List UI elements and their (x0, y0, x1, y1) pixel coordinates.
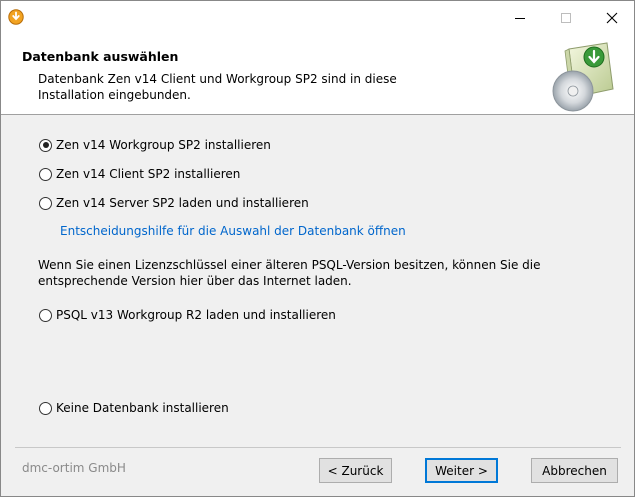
option-none-label: Keine Datenbank installieren (56, 401, 229, 415)
next-button[interactable]: Weiter > (425, 458, 498, 483)
maximize-button[interactable] (543, 1, 589, 35)
page-description: Datenbank Zen v14 Client und Workgroup S… (38, 72, 397, 102)
option-psql[interactable]: PSQL v13 Workgroup R2 laden und installi… (39, 307, 336, 323)
option-client[interactable]: Zen v14 Client SP2 installieren (39, 166, 240, 182)
cancel-button[interactable]: Abbrechen (531, 458, 618, 483)
footer-separator (15, 447, 621, 448)
decision-help-link[interactable]: Entscheidungshilfe für die Auswahl der D… (60, 224, 406, 238)
minimize-icon (515, 18, 525, 19)
database-install-icon (552, 42, 614, 112)
minimize-button[interactable] (497, 1, 543, 35)
radio-server[interactable] (39, 196, 52, 210)
close-button[interactable] (589, 1, 635, 35)
option-psql-label: PSQL v13 Workgroup R2 laden und installi… (56, 308, 336, 322)
radio-psql[interactable] (39, 308, 52, 322)
back-button[interactable]: < Zurück (319, 458, 392, 483)
radio-client[interactable] (39, 167, 52, 181)
title-bar (1, 1, 634, 35)
installer-window: Datenbank auswählen Datenbank Zen v14 Cl… (0, 0, 635, 497)
app-setup-icon (8, 9, 24, 25)
close-icon (606, 12, 618, 24)
maximize-icon (561, 13, 571, 23)
radio-none[interactable] (39, 401, 52, 415)
radio-workgroup[interactable] (39, 138, 52, 152)
option-client-label: Zen v14 Client SP2 installieren (56, 167, 241, 181)
option-workgroup-label: Zen v14 Workgroup SP2 installieren (56, 138, 271, 152)
option-none[interactable]: Keine Datenbank installieren (39, 400, 229, 416)
page-title: Datenbank auswählen (22, 49, 179, 64)
wizard-header: Datenbank auswählen Datenbank Zen v14 Cl… (1, 35, 634, 115)
license-info-text: Wenn Sie einen Lizenzschlüssel einer ält… (38, 258, 541, 288)
option-server[interactable]: Zen v14 Server SP2 laden und installiere… (39, 195, 309, 211)
option-workgroup[interactable]: Zen v14 Workgroup SP2 installieren (39, 137, 271, 153)
company-name: dmc-ortim GmbH (22, 461, 126, 475)
option-server-label: Zen v14 Server SP2 laden und installiere… (56, 196, 309, 210)
